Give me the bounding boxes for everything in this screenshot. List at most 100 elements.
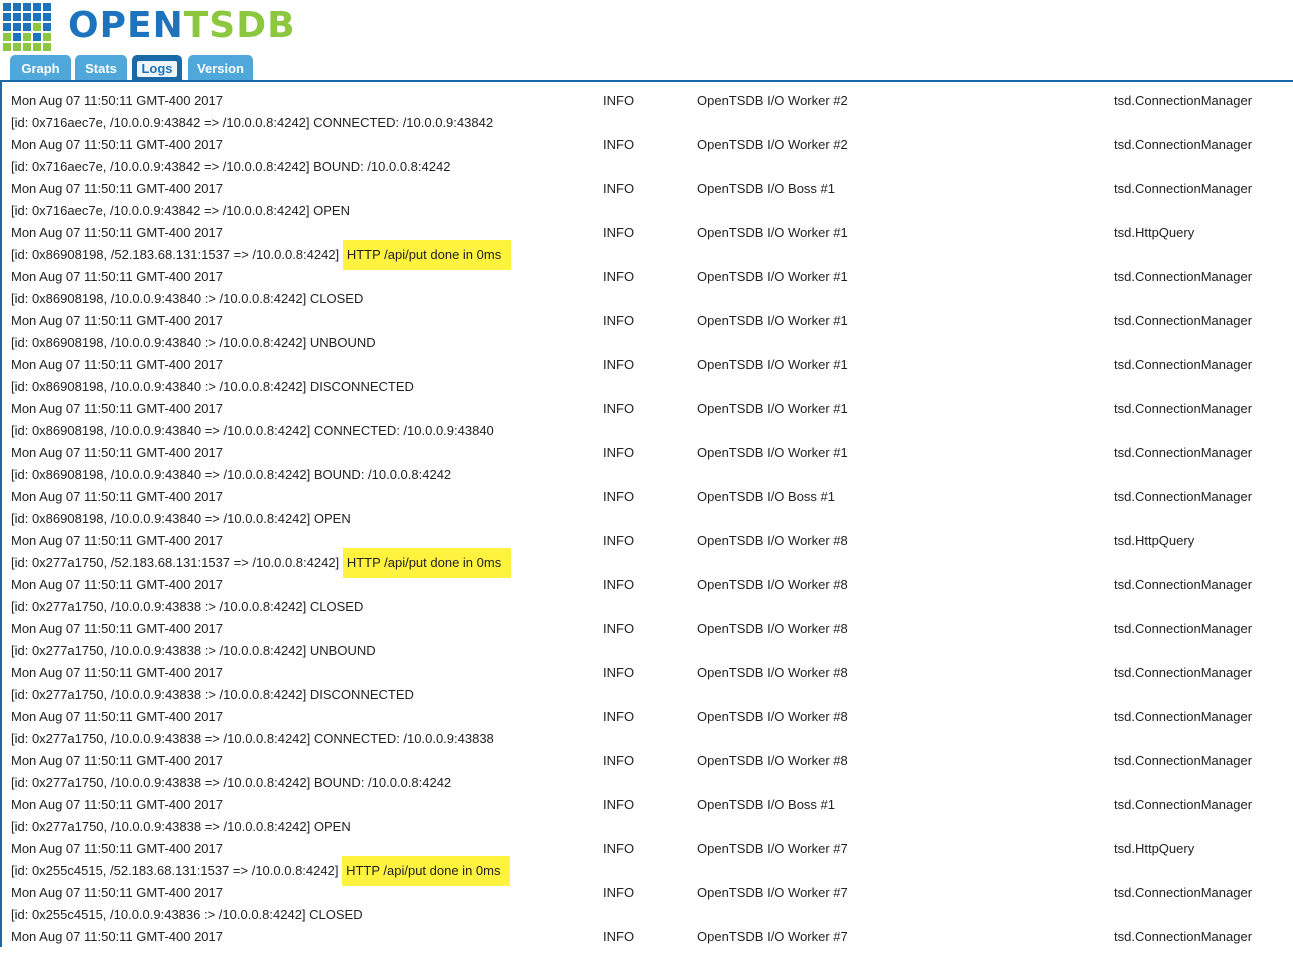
tab-graph-label: Graph — [21, 61, 60, 76]
log-level: INFO — [603, 225, 635, 240]
log-entry: Mon Aug 07 11:50:11 GMT-400 2017 INFO Open… — [11, 178, 1293, 222]
tab-stats[interactable]: Stats — [75, 55, 127, 80]
log-level: INFO — [603, 841, 635, 856]
log-entry: Mon Aug 07 11:50:11 GMT-400 2017 INFO Open… — [11, 90, 1293, 134]
log-time: Mon Aug 07 11:50:11 GMT-400 2017 — [11, 357, 223, 372]
log-time: Mon Aug 07 11:50:11 GMT-400 2017 — [11, 269, 223, 284]
log-time: Mon Aug 07 11:50:11 GMT-400 2017 — [11, 313, 223, 328]
log-message: [id: 0x277a1750, /10.0.0.9:43838 :> /10.… — [11, 684, 414, 706]
log-entry: Mon Aug 07 11:50:11 GMT-400 2017 INFO Open… — [11, 838, 1293, 886]
log-message: [id: 0x86908198, /10.0.0.9:43840 => /10.… — [11, 508, 351, 530]
log-class: tsd.ConnectionManager — [1114, 137, 1253, 152]
log-class: tsd.ConnectionManager — [1114, 181, 1253, 196]
log-time: Mon Aug 07 11:50:11 GMT-400 2017 — [11, 577, 223, 592]
log-message-text: [id: 0x255c4515, /10.0.0.9:43836 :> /10.… — [11, 907, 363, 922]
tab-logs[interactable]: Logs — [132, 55, 182, 80]
log-entry: Mon Aug 07 11:50:11 GMT-400 2017 INFO Open… — [11, 574, 1293, 618]
log-thread: OpenTSDB I/O Worker #8 — [697, 621, 848, 636]
log-time: Mon Aug 07 11:50:11 GMT-400 2017 — [11, 137, 223, 152]
log-thread: OpenTSDB I/O Worker #2 — [697, 137, 848, 152]
log-thread: OpenTSDB I/O Worker #1 — [697, 401, 848, 416]
log-entry: Mon Aug 07 11:50:11 GMT-400 2017 INFO Open… — [11, 530, 1293, 578]
log-thread: OpenTSDB I/O Worker #7 — [697, 929, 848, 944]
log-entry: Mon Aug 07 11:50:11 GMT-400 2017 INFO Open… — [11, 442, 1293, 486]
log-level: INFO — [603, 269, 635, 284]
log-time: Mon Aug 07 11:50:11 GMT-400 2017 — [11, 929, 223, 944]
log-message: [id: 0x277a1750, /10.0.0.9:43838 => /10.… — [11, 728, 494, 750]
log-level: INFO — [603, 137, 635, 152]
log-level: INFO — [603, 181, 635, 196]
logo-grid-cell — [3, 43, 11, 51]
log-message-text: [id: 0x86908198, /52.183.68.131:1537 => … — [11, 247, 340, 262]
log-entry: Mon Aug 07 11:50:11 GMT-400 2017 INFO Open… — [11, 618, 1293, 662]
tab-logs-label: Logs — [137, 61, 177, 77]
log-class: tsd.ConnectionManager — [1114, 929, 1253, 944]
logo-grid-cell — [3, 23, 11, 31]
logo-grid-cell — [43, 43, 51, 51]
tab-underline — [0, 80, 1293, 82]
log-entry: Mon Aug 07 11:50:11 GMT-400 2017 INFO Open… — [11, 882, 1293, 926]
log-message-text: [id: 0x86908198, /10.0.0.9:43840 :> /10.… — [11, 291, 364, 306]
log-thread: OpenTSDB I/O Worker #1 — [697, 357, 848, 372]
log-class: tsd.ConnectionManager — [1114, 885, 1253, 900]
tab-version[interactable]: Version — [188, 55, 253, 80]
log-level: INFO — [603, 621, 635, 636]
log-class: tsd.ConnectionManager — [1114, 621, 1253, 636]
log-time: Mon Aug 07 11:50:11 GMT-400 2017 — [11, 489, 223, 504]
log-thread: OpenTSDB I/O Worker #2 — [697, 93, 848, 108]
log-message: [id: 0x255c4515, /10.0.0.9:43836 :> /10.… — [11, 904, 363, 926]
log-message-text: [id: 0x86908198, /10.0.0.9:43840 => /10.… — [11, 467, 452, 482]
logo-grid-cell — [23, 23, 31, 31]
logo-grid-cell — [33, 3, 41, 11]
log-message: [id: 0x277a1750, /10.0.0.9:43838 :> /10.… — [11, 640, 376, 662]
logo-grid-icon — [3, 3, 53, 53]
logo-grid-cell — [13, 13, 21, 21]
log-level: INFO — [603, 489, 635, 504]
log-message-text: [id: 0x86908198, /10.0.0.9:43840 => /10.… — [11, 511, 351, 526]
log-message-text: [id: 0x277a1750, /10.0.0.9:43838 => /10.… — [11, 731, 494, 746]
log-message-text: [id: 0x716aec7e, /10.0.0.9:43842 => /10.… — [11, 159, 451, 174]
log-time: Mon Aug 07 11:50:11 GMT-400 2017 — [11, 885, 223, 900]
log-thread: OpenTSDB I/O Worker #1 — [697, 445, 848, 460]
logo-grid-cell — [23, 13, 31, 21]
log-entry: Mon Aug 07 11:50:11 GMT-400 2017 INFO Open… — [11, 354, 1293, 398]
log-time: Mon Aug 07 11:50:11 GMT-400 2017 — [11, 797, 223, 812]
header: OPENTSDB Graph Stats Logs Version — [0, 0, 1293, 82]
log-time: Mon Aug 07 11:50:11 GMT-400 2017 — [11, 665, 223, 680]
log-level: INFO — [603, 797, 635, 812]
log-entry: Mon Aug 07 11:50:11 GMT-400 2017 INFO Open… — [11, 706, 1293, 750]
log-list: Mon Aug 07 11:50:11 GMT-400 2017 INFO Open… — [11, 90, 1293, 970]
log-thread: OpenTSDB I/O Worker #8 — [697, 577, 848, 592]
log-entry: Mon Aug 07 11:50:11 GMT-400 2017 INFO Open… — [11, 310, 1293, 354]
logo-grid-cell — [3, 13, 11, 21]
tab-graph[interactable]: Graph — [10, 55, 71, 80]
log-thread: OpenTSDB I/O Worker #8 — [697, 709, 848, 724]
log-message-text: [id: 0x277a1750, /10.0.0.9:43838 :> /10.… — [11, 599, 364, 614]
logo-grid-cell — [43, 3, 51, 11]
log-level: INFO — [603, 885, 635, 900]
logo-grid-cell — [3, 33, 11, 41]
log-class: tsd.ConnectionManager — [1114, 753, 1253, 768]
log-entry: Mon Aug 07 11:50:11 GMT-400 2017 INFO Open… — [11, 222, 1293, 270]
log-level: INFO — [603, 577, 635, 592]
log-entry: Mon Aug 07 11:50:11 GMT-400 2017 INFO Open… — [11, 662, 1293, 706]
log-message-text: [id: 0x86908198, /10.0.0.9:43840 :> /10.… — [11, 379, 414, 394]
log-class: tsd.ConnectionManager — [1114, 665, 1253, 680]
tab-stats-label: Stats — [85, 61, 117, 76]
log-time: Mon Aug 07 11:50:11 GMT-400 2017 — [11, 753, 223, 768]
log-entry: Mon Aug 07 11:50:11 GMT-400 2017 INFO Open… — [11, 926, 1293, 970]
log-message-text: [id: 0x277a1750, /10.0.0.9:43838 => /10.… — [11, 775, 452, 790]
log-message: [id: 0x716aec7e, /10.0.0.9:43842 => /10.… — [11, 112, 493, 134]
log-class: tsd.ConnectionManager — [1114, 357, 1253, 372]
log-message: [id: 0x277a1750, /10.0.0.9:43838 => /10.… — [11, 816, 351, 838]
log-message: [id: 0x716aec7e, /10.0.0.9:43842 => /10.… — [11, 200, 350, 222]
log-level: INFO — [603, 665, 635, 680]
logo-grid-cell — [43, 33, 51, 41]
log-class: tsd.ConnectionManager — [1114, 401, 1253, 416]
log-message: [id: 0x86908198, /10.0.0.9:43840 => /10.… — [11, 464, 451, 486]
logo-tsdb-text: TSDB — [183, 5, 296, 46]
log-time: Mon Aug 07 11:50:11 GMT-400 2017 — [11, 401, 223, 416]
tab-version-label: Version — [197, 61, 244, 76]
log-entry: Mon Aug 07 11:50:11 GMT-400 2017 INFO Open… — [11, 398, 1293, 442]
logo-grid-cell — [13, 3, 21, 11]
